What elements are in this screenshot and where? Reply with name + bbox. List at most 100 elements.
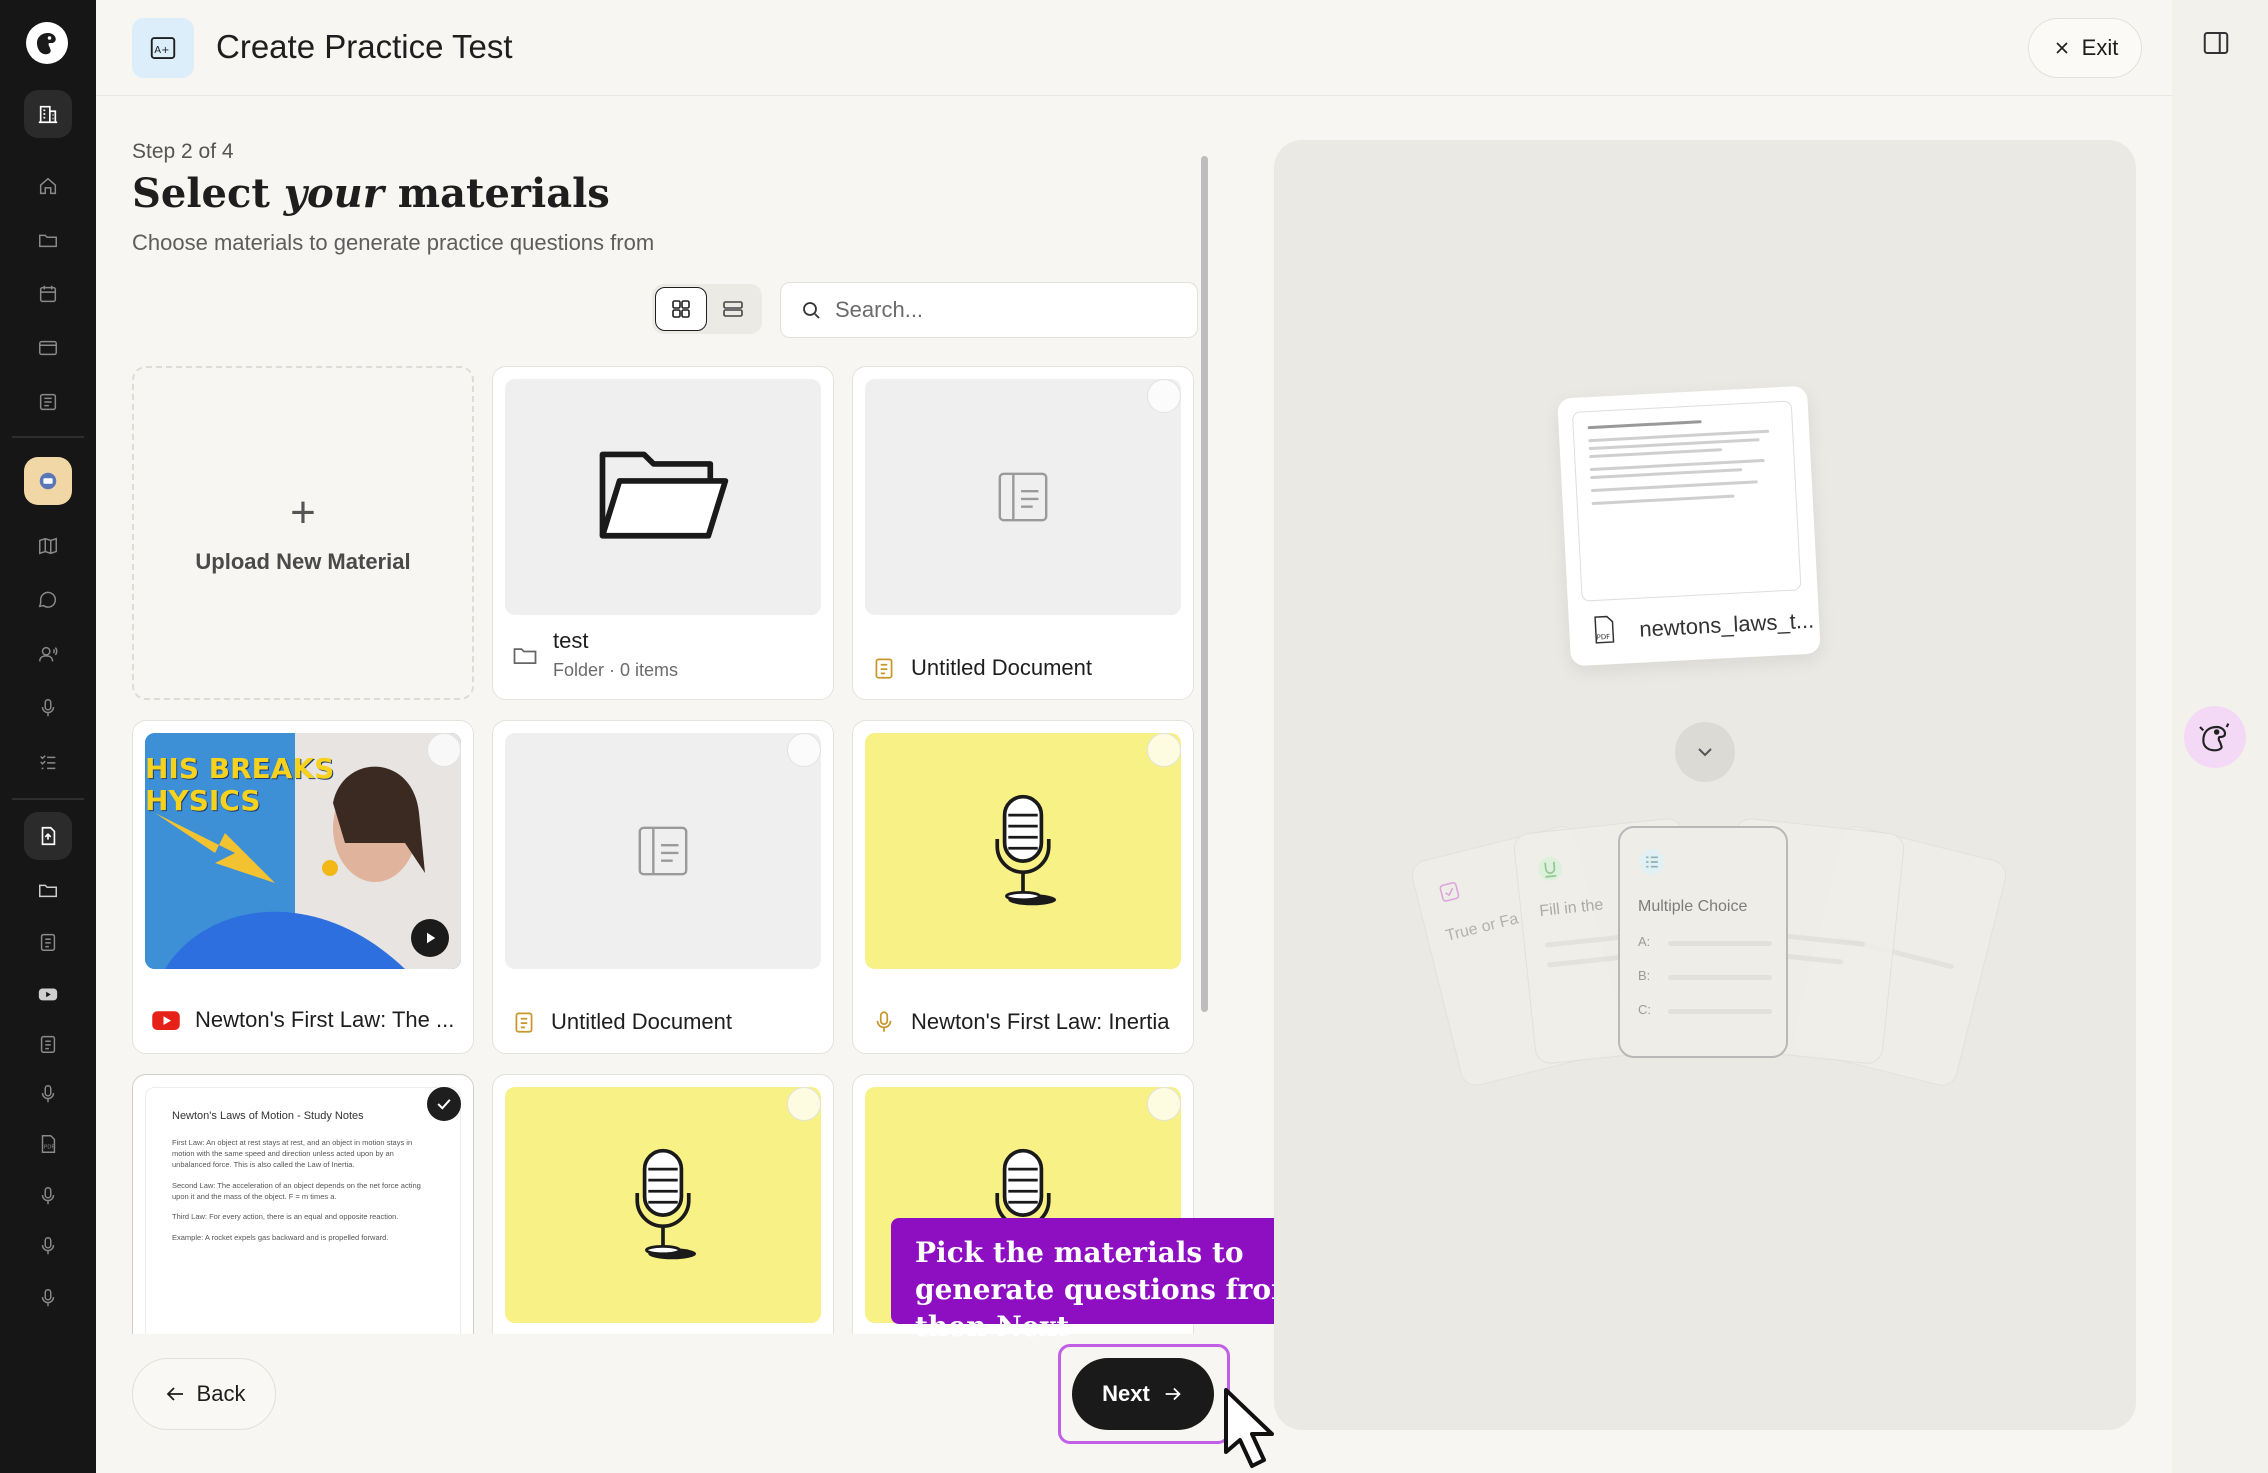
sidebar-toggle-icon[interactable] (2201, 28, 2231, 58)
grid-view-button[interactable] (655, 287, 707, 331)
microphone-illustration-icon (635, 1148, 697, 1260)
next-label: Next (1102, 1381, 1150, 1406)
section-title: Select your materials (132, 170, 610, 217)
grid-icon (672, 300, 690, 318)
card-name: test (553, 628, 589, 653)
notes-icon (875, 658, 893, 679)
title-suffix: materials (383, 170, 610, 217)
back-button[interactable]: Back (132, 1358, 276, 1430)
rail-divider (12, 798, 84, 800)
microphone-icon-5[interactable] (24, 1274, 72, 1322)
doc-preview-line: Example: A rocket expels gas backward an… (172, 1233, 389, 1243)
folders-icon[interactable] (24, 216, 72, 264)
search-icon (803, 302, 820, 319)
document-placeholder-icon (998, 472, 1048, 522)
select-checkbox[interactable] (427, 733, 461, 767)
scrollbar[interactable] (1201, 156, 1208, 1012)
selected-file-name: newtons_laws_t... (1638, 607, 1815, 642)
card-meta: Untitled Document (871, 655, 1179, 681)
select-checkbox[interactable] (1147, 379, 1181, 413)
workspace-avatar-icon[interactable] (24, 457, 72, 505)
chevron-down-icon[interactable] (1675, 722, 1735, 782)
microphone-illustration-icon (995, 794, 1057, 906)
folder-thumbnail (505, 379, 821, 615)
document-thumbnail (505, 733, 821, 969)
card-name: Untitled Document (551, 1009, 732, 1034)
card-meta: test Folder · 0 items (511, 628, 819, 681)
microphone-icon-4[interactable] (24, 1222, 72, 1270)
pdf-preview-thumbnail: Newton's Laws of Motion - Study Notes Fi… (145, 1087, 461, 1334)
building-icon[interactable] (24, 90, 72, 138)
material-card-youtube[interactable]: HIS BREAKS HYSICS Newton's First Law: Th… (132, 720, 474, 1054)
map-icon[interactable] (24, 522, 72, 570)
audio-thumbnail (505, 1087, 821, 1323)
card-name: Untitled Document (911, 655, 1092, 680)
doc-preview-line: First Law: An object at rest stays at re… (172, 1138, 413, 1169)
calendar-icon[interactable] (24, 270, 72, 318)
youtube-logo-icon (152, 1011, 180, 1030)
page-title-header: Create Practice Test (216, 28, 513, 65)
underline-icon (1538, 856, 1563, 881)
window-icon[interactable] (24, 324, 72, 372)
microphone-icon-3[interactable] (24, 1172, 72, 1220)
material-card-document[interactable]: Untitled Document (492, 720, 834, 1054)
material-card-folder[interactable]: test Folder · 0 items (492, 366, 834, 700)
assistant-mascot-icon[interactable] (2184, 706, 2246, 768)
upload-label: Upload New Material (195, 549, 411, 574)
title-emphasis: your (283, 170, 384, 217)
microphone-icon-2[interactable] (24, 1070, 72, 1118)
microphone-icon[interactable] (24, 684, 72, 732)
question-type-label: Multiple Choice (1638, 898, 1748, 915)
choice-label: B: (1638, 968, 1651, 983)
practice-test-icon[interactable] (24, 812, 72, 860)
video-thumbnail: HIS BREAKS HYSICS (145, 733, 461, 969)
notes-icon-2[interactable] (24, 1020, 72, 1068)
plus-icon: + (290, 488, 316, 537)
select-checkbox[interactable] (787, 733, 821, 767)
upload-new-material-card[interactable]: + Upload New Material (132, 366, 474, 700)
question-type-card-multiple-choice[interactable]: Multiple Choice A: B: C: (1618, 826, 1788, 1058)
select-checkbox[interactable] (787, 1087, 821, 1121)
choice-label: A: (1638, 934, 1651, 949)
material-card-audio[interactable] (492, 1074, 834, 1334)
doc-preview-line: Third Law: For every action, there is an… (172, 1212, 399, 1222)
microphone-icon (876, 1011, 892, 1032)
notes-icon (515, 1012, 533, 1033)
close-icon (2056, 42, 2068, 54)
arrow-right-icon (1165, 1387, 1181, 1401)
exit-button[interactable]: Exit (2028, 18, 2142, 78)
rail-divider (12, 436, 84, 438)
play-icon[interactable] (411, 919, 449, 957)
material-card-document[interactable]: Untitled Document (852, 366, 1194, 700)
voice-chat-icon[interactable] (24, 630, 72, 678)
back-label: Back (196, 1381, 246, 1406)
library-icon[interactable] (24, 378, 72, 426)
select-checkbox[interactable] (1147, 733, 1181, 767)
search-input[interactable] (835, 297, 1175, 323)
material-card-audio[interactable]: Newton's First Law: Inertia (852, 720, 1194, 1054)
home-icon[interactable] (24, 162, 72, 210)
audio-thumbnail (865, 733, 1181, 969)
notes-icon[interactable] (24, 918, 72, 966)
material-card-pdf-selected[interactable]: Newton's Laws of Motion - Study Notes Fi… (132, 1074, 474, 1334)
exit-label: Exit (2081, 35, 2119, 60)
list-view-button[interactable] (707, 287, 759, 331)
selected-file-preview: PDF newtons_laws_t... (1557, 385, 1821, 667)
select-checkbox-checked[interactable] (427, 1087, 461, 1121)
card-meta: Newton's First Law: The ... (151, 1005, 459, 1035)
checklist-icon[interactable] (24, 738, 72, 786)
folder-icon[interactable] (24, 866, 72, 914)
search-box (780, 282, 1198, 338)
pdf-file-icon: PDF (1591, 614, 1619, 645)
question-type-label: True or Fa (1444, 910, 1521, 945)
choice-label: C: (1638, 1002, 1651, 1017)
next-button[interactable]: Next (1072, 1358, 1214, 1430)
chat-icon[interactable] (24, 576, 72, 624)
view-toggle (652, 284, 762, 334)
pdf-icon[interactable]: PDF (24, 1120, 72, 1168)
step-indicator: Step 2 of 4 (132, 140, 234, 163)
card-name: Newton's First Law: Inertia (911, 1009, 1170, 1034)
select-checkbox[interactable] (1147, 1087, 1181, 1121)
app-logo-icon[interactable] (26, 22, 68, 64)
youtube-icon[interactable] (24, 970, 72, 1018)
